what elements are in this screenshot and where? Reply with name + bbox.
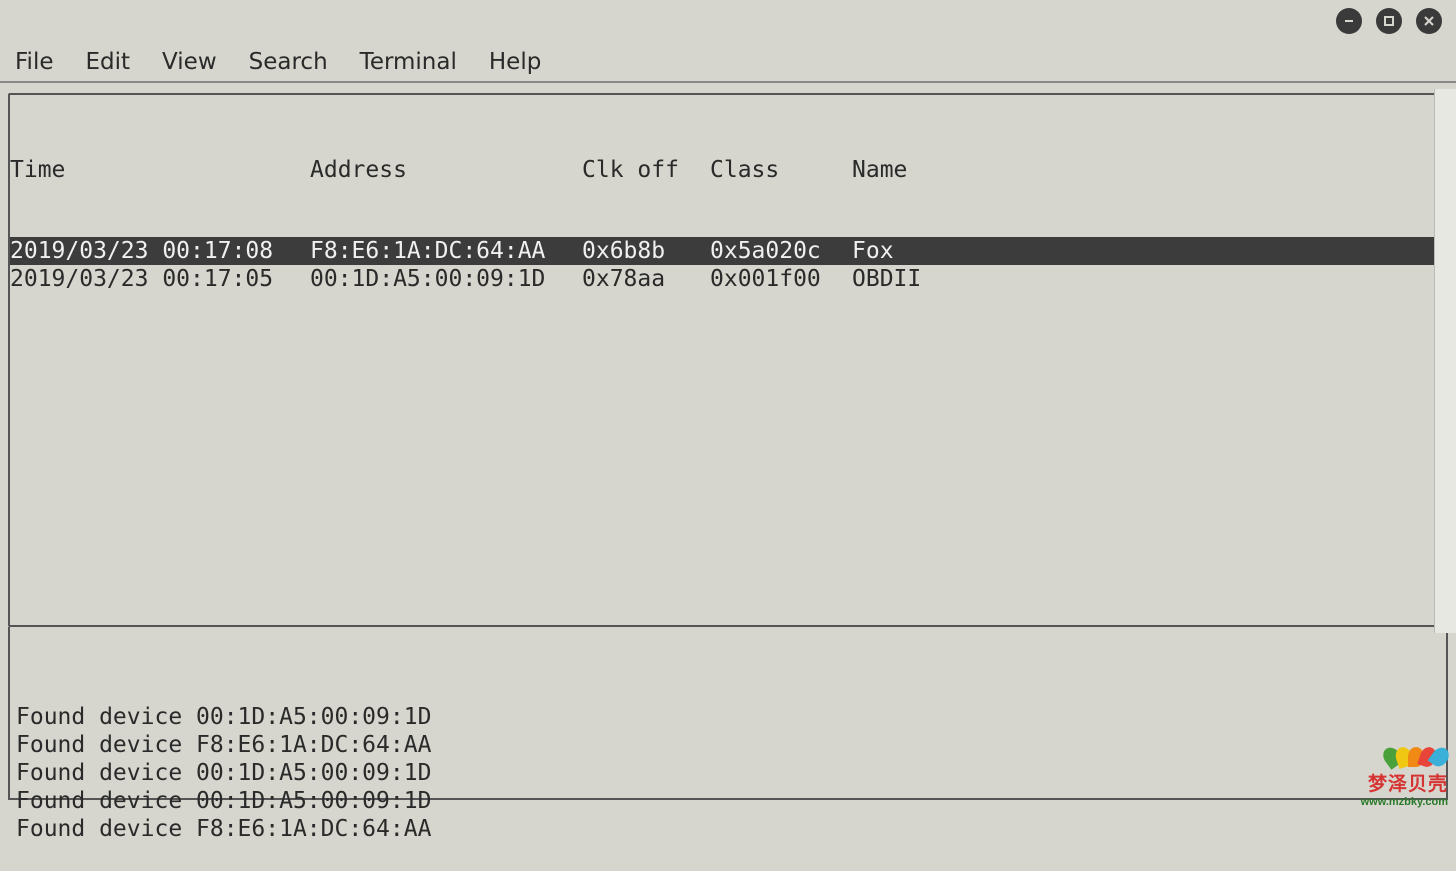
device-table-panel: TimeAddressClk offClassName 2019/03/23 0… (8, 93, 1448, 627)
cell-address: 00:1D:A5:00:09:1D (310, 266, 582, 292)
cell-clk-off: 0x78aa (582, 266, 710, 292)
header-class: Class (710, 157, 852, 183)
header-clk-off: Clk off (582, 157, 710, 183)
menu-terminal[interactable]: Terminal (358, 47, 459, 77)
table-header-row: TimeAddressClk offClassName (10, 157, 1446, 185)
cell-clk-off: 0x6b8b (582, 238, 710, 264)
header-address: Address (310, 157, 582, 183)
table-row[interactable]: 2019/03/23 00:17:0500:1D:A5:00:09:1D0x78… (10, 265, 1446, 293)
cell-class: 0x001f00 (710, 266, 852, 292)
log-line: Found device 00:1D:A5:00:09:1D (16, 787, 1446, 815)
menu-edit[interactable]: Edit (84, 47, 133, 77)
log-line: Found device F8:E6:1A:DC:64:AA (16, 815, 1446, 843)
cell-time: 2019/03/23 00:17:05 (10, 266, 310, 292)
close-button[interactable] (1416, 8, 1442, 34)
log-line: Found device 00:1D:A5:00:09:1D (16, 703, 1446, 731)
watermark-logo-icon (1361, 747, 1448, 767)
log-line: Found device 00:1D:A5:00:09:1D (16, 759, 1446, 787)
menubar: File Edit View Search Terminal Help (0, 42, 1456, 83)
header-time: Time (10, 157, 310, 183)
cell-class: 0x5a020c (710, 238, 852, 264)
device-table: TimeAddressClk offClassName 2019/03/23 0… (10, 95, 1446, 345)
log-panel: Found device 00:1D:A5:00:09:1DFound devi… (8, 627, 1448, 800)
menu-file[interactable]: File (13, 47, 56, 77)
watermark-url: www.mzbky.com (1361, 796, 1448, 808)
log-line: Found device F8:E6:1A:DC:64:AA (16, 731, 1446, 759)
menu-search[interactable]: Search (247, 47, 330, 77)
minimize-button[interactable] (1336, 8, 1362, 34)
menu-help[interactable]: Help (487, 47, 543, 77)
cell-time: 2019/03/23 00:17:08 (10, 238, 310, 264)
table-row[interactable]: 2019/03/23 00:17:08F8:E6:1A:DC:64:AA0x6b… (10, 237, 1446, 265)
cell-name: Fox (852, 238, 894, 264)
maximize-button[interactable] (1376, 8, 1402, 34)
watermark: 梦泽贝壳 www.mzbky.com (1361, 747, 1448, 808)
watermark-text: 梦泽贝壳 (1361, 769, 1448, 796)
window-titlebar (0, 0, 1456, 42)
header-name: Name (852, 157, 907, 183)
cell-name: OBDII (852, 266, 921, 292)
cell-address: F8:E6:1A:DC:64:AA (310, 238, 582, 264)
scrollbar-vertical[interactable] (1434, 89, 1456, 633)
menu-view[interactable]: View (160, 47, 219, 77)
